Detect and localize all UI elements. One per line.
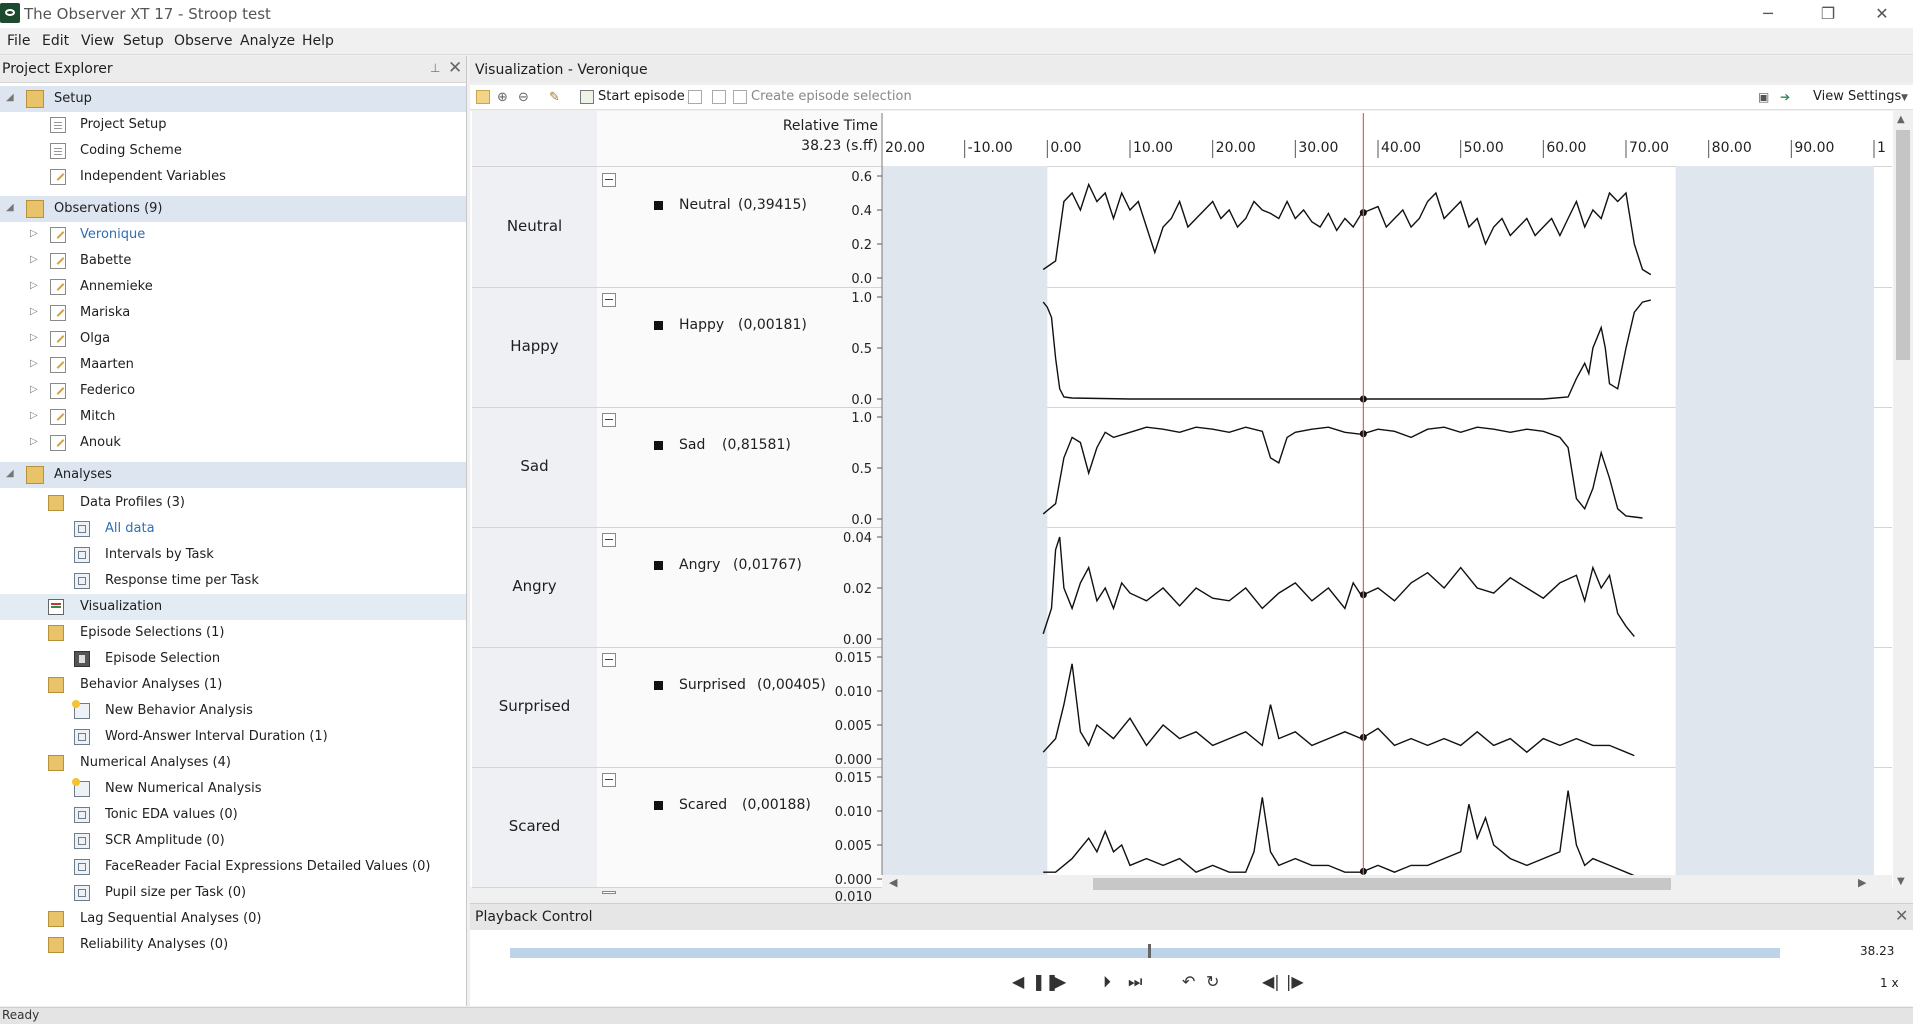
time-tick-label: 70.00 — [1629, 140, 1669, 156]
status-bar — [0, 1007, 1913, 1024]
series-line-sad — [1042, 426, 1643, 519]
previous-frame-icon[interactable]: ◀ — [1012, 972, 1024, 991]
y-tick-label: 0.015 — [835, 771, 872, 786]
playback-position-marker[interactable] — [1148, 944, 1151, 958]
y-tick-label: 0.015 — [835, 651, 872, 666]
previous-event-icon[interactable]: ◀| — [1262, 972, 1280, 991]
scroll-up-icon[interactable]: ▲ — [1897, 114, 1905, 125]
y-tick-label: 1.0 — [851, 291, 872, 306]
time-tick-label: 40.00 — [1381, 140, 1421, 156]
redo-icon[interactable]: ↻ — [1206, 972, 1219, 991]
playback-timeline[interactable] — [510, 948, 1780, 958]
series-line-angry — [1042, 536, 1635, 637]
y-tick-label: 0.010 — [835, 805, 872, 820]
time-tick-label: 30.00 — [1298, 140, 1338, 156]
time-tick-label: -10.00 — [968, 140, 1013, 156]
y-tick-label: 0.0 — [851, 272, 872, 287]
vertical-scroll-thumb[interactable] — [1896, 130, 1910, 360]
y-tick-label: 0.005 — [835, 719, 872, 734]
y-tick-label: 0.4 — [851, 204, 872, 219]
pre-data-shading — [882, 166, 1048, 875]
y-tick-label: 0.0 — [851, 513, 872, 528]
series-line-happy — [1042, 299, 1651, 400]
y-tick-label: 0.010 — [835, 685, 872, 700]
time-tick-label: 80.00 — [1712, 140, 1752, 156]
y-tick-label: 0.000 — [835, 753, 872, 768]
time-tick-label: 1 — [1877, 140, 1886, 156]
emotion-chart[interactable]: 20.00 -10.00 0.00 10.00 20.00 30.00 40.00 50.00… — [0, 0, 1913, 1023]
playback-control-header — [470, 903, 1913, 930]
y-tick-label: 0.5 — [851, 462, 872, 477]
y-tick-label: 0.000 — [835, 873, 872, 888]
playback-close-icon[interactable]: ✕ — [1895, 906, 1908, 925]
y-tick-label: 1.0 — [851, 411, 872, 426]
y-tick-label: 0.04 — [843, 531, 872, 546]
playback-speed: 1 x — [1880, 976, 1899, 990]
series-line-scared — [1043, 790, 1635, 877]
y-tick-label: 0.5 — [851, 342, 872, 357]
y-tick-label: 0.0 — [851, 393, 872, 408]
y-tick-label: 0.005 — [835, 839, 872, 854]
scroll-right-icon[interactable]: ▶ — [1858, 876, 1866, 889]
playback-control-title: Playback Control — [475, 909, 593, 925]
series-line-neutral — [1042, 182, 1652, 276]
horizontal-scroll-thumb[interactable] — [1093, 878, 1671, 890]
scroll-down-icon[interactable]: ▼ — [1897, 876, 1905, 887]
step-plus-icon[interactable]: ⏭ — [1128, 972, 1142, 992]
y-tick-label: 0.02 — [843, 582, 872, 597]
y-tick-label: 0.2 — [851, 238, 872, 253]
step-forward-icon[interactable]: ⏵ — [1103, 972, 1111, 992]
y-tick-label: 0.00 — [843, 633, 872, 648]
time-tick-label: 20.00 — [1216, 140, 1256, 156]
post-data-shading — [1675, 166, 1874, 875]
time-tick-label: 20.00 — [885, 140, 925, 156]
time-tick-label: 60.00 — [1546, 140, 1586, 156]
time-tick-label: 50.00 — [1464, 140, 1504, 156]
time-tick-label: 10.00 — [1133, 140, 1173, 156]
play-icon[interactable]: ▶ — [1054, 972, 1066, 991]
series-line-surprised — [1042, 663, 1635, 757]
status-text: Ready — [2, 1008, 40, 1022]
time-tick-label: 0.00 — [1050, 140, 1081, 156]
next-event-icon[interactable]: |▶ — [1286, 972, 1304, 991]
playback-control-area — [470, 930, 1913, 1006]
scroll-left-icon[interactable]: ◀ — [889, 876, 897, 889]
undo-icon[interactable]: ↶ — [1182, 972, 1195, 991]
y-tick-label: 0.6 — [851, 170, 872, 185]
playback-time: 38.23 — [1860, 944, 1895, 958]
time-tick-label: 90.00 — [1794, 140, 1834, 156]
